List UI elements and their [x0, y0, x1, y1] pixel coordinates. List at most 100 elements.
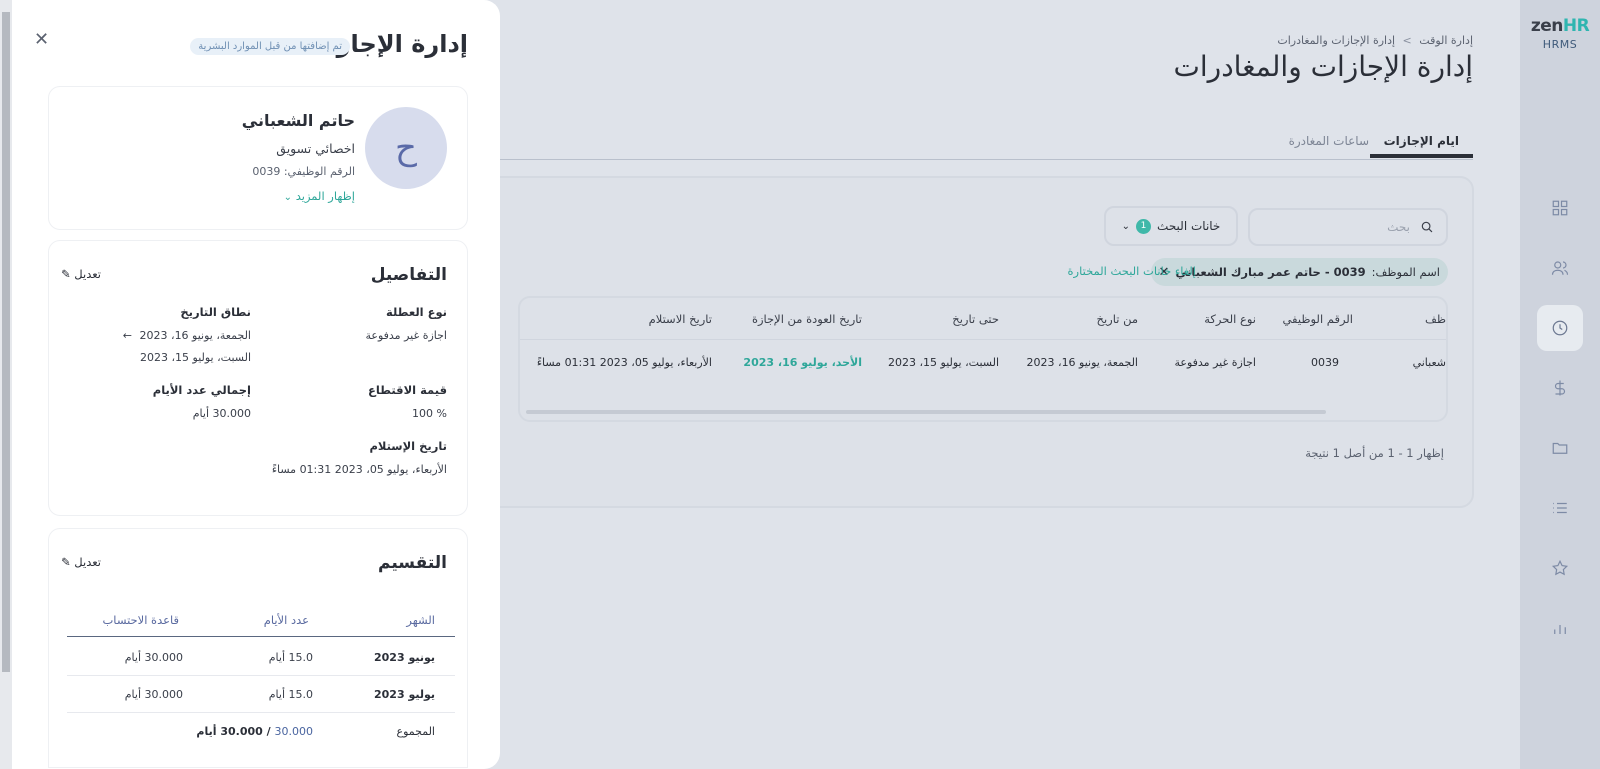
leave-type-label: نوع العطلة [385, 305, 447, 319]
folder-icon [1552, 442, 1568, 454]
column-header-employee[interactable]: ظف [1425, 312, 1446, 326]
arrow-left-icon: ← [122, 329, 133, 342]
column-header-from-date[interactable]: من تاريخ [1097, 312, 1138, 326]
column-header-basis: قاعدة الاحتساب [102, 613, 179, 627]
star-icon [1551, 559, 1569, 576]
table-row[interactable]: شعباني 0039 اجازة غير مدفوعة الجمعة، يون… [520, 340, 1446, 384]
column-header-days: عدد الأيام [263, 613, 309, 627]
cell-from-date: الجمعة، يونيو 16، 2023 [1026, 356, 1138, 369]
search-fields-count: 1 [1136, 218, 1152, 234]
date-range-from: الجمعة، يونيو 16، 2023 ← [123, 329, 251, 342]
pencil-icon: ✎ [61, 267, 71, 281]
dashboard-icon [1552, 200, 1568, 216]
table-header: ظف الرقم الوظيفي نوع الحركة من تاريخ حتى… [520, 298, 1446, 340]
page-vertical-scrollbar[interactable] [0, 0, 12, 769]
search-input[interactable] [1270, 220, 1410, 234]
edit-label: تعديل [74, 555, 101, 569]
pencil-icon: ✎ [61, 555, 71, 569]
nav-reports[interactable] [1540, 608, 1580, 648]
close-icon[interactable]: ✕ [34, 30, 49, 50]
logo-text: zenHR [1530, 16, 1590, 36]
nav-payroll[interactable] [1540, 368, 1580, 408]
chip-label: اسم الموظف: [1371, 265, 1440, 279]
dollar-icon [1554, 380, 1566, 396]
nav-performance[interactable] [1540, 548, 1580, 588]
total-assigned: 30.000 [274, 725, 314, 738]
cell-return-date[interactable]: الأحد، يوليو 16، 2023 [743, 356, 862, 369]
results-count: إظهار 1 - 1 من أصل 1 نتيجة [1305, 446, 1444, 460]
table-horizontal-scrollbar[interactable] [520, 410, 1446, 414]
nav-time[interactable] [1537, 305, 1583, 351]
column-header-employee-id[interactable]: الرقم الوظيفي [1282, 312, 1353, 326]
clock-icon [1552, 320, 1568, 336]
hr-added-badge: تم إضافتها من قبل الموارد البشرية [190, 38, 350, 55]
split-card: التقسيم تعديل ✎ الشهر عدد الأيام قاعدة ا… [48, 528, 468, 768]
column-header-received-date[interactable]: تاريخ الاستلام [649, 312, 712, 326]
brand-logo[interactable]: zenHR HRMS [1520, 16, 1600, 51]
cell-month: يونيو 2023 [374, 651, 435, 664]
people-icon [1551, 261, 1569, 275]
cancel-search-fields-link[interactable]: إلغاء خانات البحث المختارة [1068, 264, 1196, 278]
cell-month: يوليو 2023 [374, 688, 435, 701]
leaves-table: ظف الرقم الوظيفي نوع الحركة من تاريخ حتى… [518, 296, 1448, 422]
scrollbar-thumb[interactable] [2, 12, 10, 672]
received-date-label: تاريخ الإستلام [369, 439, 447, 453]
breadcrumb: إدارة الوقت > إدارة الإجازات والمغادرات [1277, 34, 1473, 47]
breadcrumb-time[interactable]: إدارة الوقت [1419, 34, 1473, 47]
search-icon [1421, 221, 1433, 233]
show-more-label: إظهار المزيد [295, 189, 355, 203]
total-required: 30.000 أيام [196, 725, 263, 738]
nav-dashboard[interactable] [1540, 188, 1580, 228]
total-days-label: إجمالي عدد الأيام [152, 383, 251, 397]
cell-to-date: السبت، يوليو 15، 2023 [887, 356, 999, 369]
column-header-month: الشهر [406, 613, 435, 627]
date-range-label: نطاق التاريخ [180, 305, 251, 319]
list-icon [1553, 502, 1567, 514]
total-separator: / [262, 725, 275, 738]
scrollbar-thumb[interactable] [526, 410, 1326, 414]
tab-leave-days[interactable]: ايام الإجازات [1369, 134, 1473, 158]
deduction-value: % 100 [412, 407, 447, 420]
column-header-return-date[interactable]: تاريخ العودة من الإجازة [752, 312, 862, 326]
show-more-link[interactable]: إظهار المزيد ⌄ [284, 189, 355, 203]
split-title: التقسيم [378, 553, 447, 573]
table-row: يوليو 2023 15.0 أيام 30.000 أيام [67, 676, 455, 713]
cell-movement-type: اجازة غير مدفوعة [1174, 356, 1257, 369]
total-label: المجموع [396, 725, 435, 738]
avatar: ح [365, 107, 447, 189]
nav-lists[interactable] [1540, 488, 1580, 528]
results-panel: خانات البحث 1 ⌄ اسم الموظف: 0039 - حاتم … [484, 176, 1474, 508]
details-card: التفاصيل تعديل ✎ نوع العطلة اجازة غير مد… [48, 240, 468, 516]
details-title: التفاصيل [370, 265, 447, 285]
chip-value: 0039 - حاتم عمر مبارك الشعباني [1175, 265, 1366, 279]
employee-id: الرقم الوظيفي: 0039 [252, 165, 355, 178]
chevron-down-icon: ⌄ [283, 192, 293, 203]
details-edit-button[interactable]: تعديل ✎ [61, 267, 101, 281]
logo-subtitle: HRMS [1542, 38, 1578, 51]
cell-basis: 30.000 أيام [124, 651, 183, 664]
deduction-label: قيمة الاقتطاع [367, 383, 447, 397]
search-fields-button[interactable]: خانات البحث 1 ⌄ [1104, 206, 1238, 246]
split-edit-button[interactable]: تعديل ✎ [61, 555, 101, 569]
total-value: 30.000 / 30.000 أيام [196, 725, 313, 738]
edit-label: تعديل [74, 267, 101, 281]
employee-card: ح حاتم الشعباني اخصائي تسويق الرقم الوظي… [48, 86, 468, 230]
date-range-to: السبت، يوليو 15، 2023 [139, 351, 251, 364]
tab-departure-hours[interactable]: ساعات المغادرة [1275, 134, 1383, 156]
breadcrumb-separator: > [1402, 34, 1412, 47]
cell-employee: شعباني [1412, 356, 1446, 369]
column-header-to-date[interactable]: حتى تاريخ [952, 312, 999, 326]
search-fields-label: خانات البحث [1157, 219, 1221, 233]
app-sidebar: zenHR HRMS [1520, 0, 1600, 769]
breadcrumb-leaves[interactable]: إدارة الإجازات والمغادرات [1277, 34, 1395, 47]
received-date-value: الأربعاء، يوليو 05، 2023 01:31 مساءً [271, 463, 447, 476]
search-box [1248, 208, 1448, 246]
page-title: إدارة الإجازات والمغادرات [1173, 50, 1473, 83]
nav-documents[interactable] [1540, 428, 1580, 468]
main-content: إدارة الوقت > إدارة الإجازات والمغادرات … [484, 0, 1520, 769]
chart-icon [1554, 625, 1566, 634]
cell-days: 15.0 أيام [268, 651, 313, 664]
nav-employees[interactable] [1540, 248, 1580, 288]
tabs-bar: ايام الإجازات ساعات المغادرة [493, 130, 1473, 160]
column-header-movement-type[interactable]: نوع الحركة [1204, 312, 1256, 326]
